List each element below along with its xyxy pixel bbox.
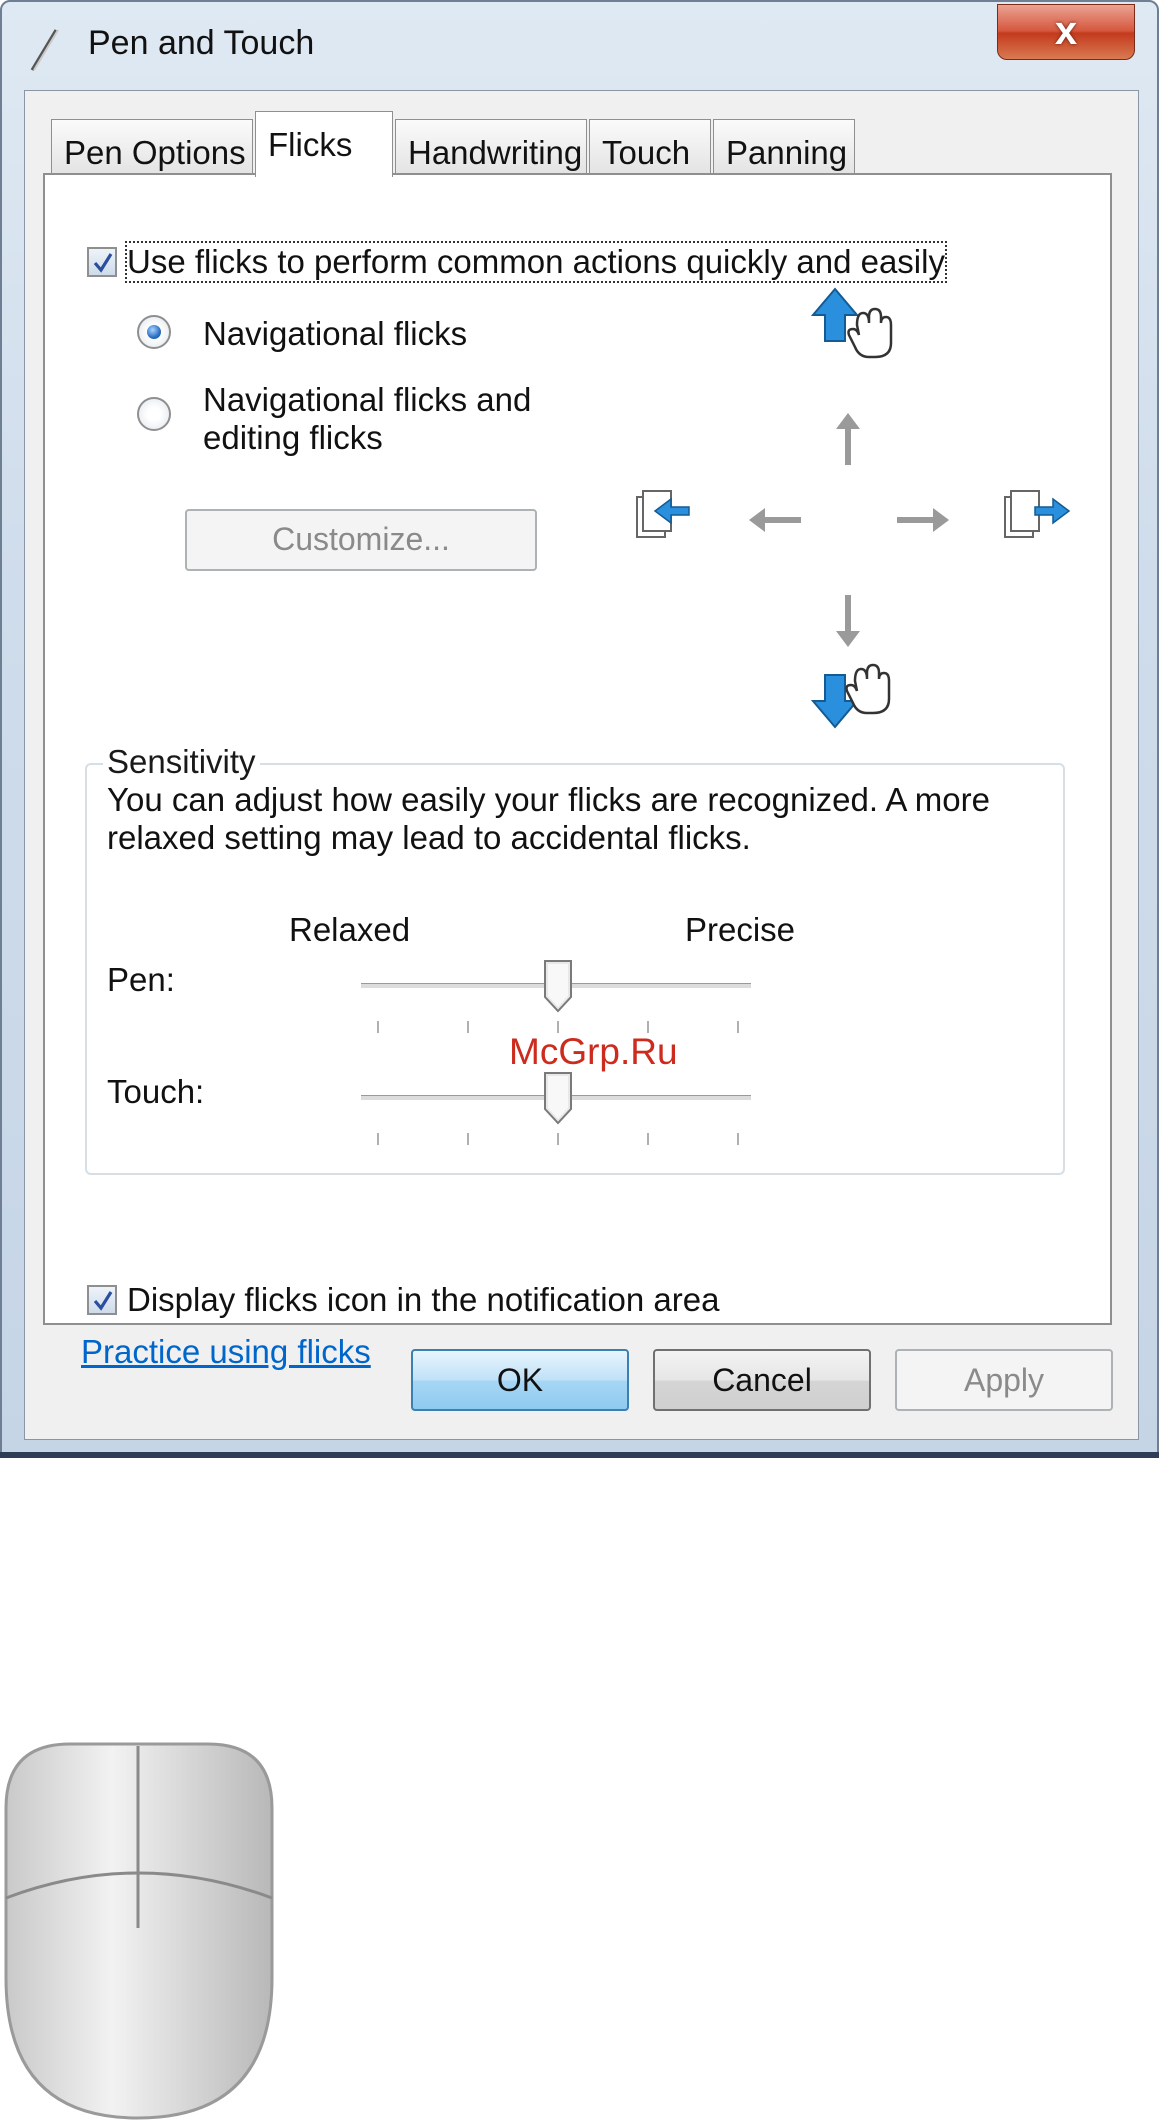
sensitivity-description-line2: relaxed setting may lead to accidental f… bbox=[107, 819, 751, 856]
cancel-button[interactable]: Cancel bbox=[653, 1349, 871, 1411]
precise-label: Precise bbox=[685, 911, 796, 948]
page-back-icon bbox=[636, 490, 690, 538]
radio-selected-dot bbox=[147, 325, 161, 339]
touch-slider-thumb[interactable] bbox=[543, 1071, 573, 1125]
arrow-up-icon bbox=[836, 413, 860, 465]
practice-flicks-link[interactable]: Practice using flicks bbox=[81, 1333, 371, 1371]
sensitivity-description-line1: You can adjust how easily your flicks ar… bbox=[107, 781, 990, 818]
customize-button[interactable]: Customize... bbox=[185, 509, 537, 571]
tab-flicks[interactable]: Flicks bbox=[255, 111, 393, 177]
navigational-flicks-label[interactable]: Navigational flicks bbox=[203, 315, 467, 353]
pen-icon bbox=[30, 29, 59, 71]
tab-panning[interactable]: Panning bbox=[713, 119, 855, 175]
window-title: Pen and Touch bbox=[88, 24, 315, 62]
window-bottom-edge bbox=[0, 1452, 1159, 1458]
tab-touch[interactable]: Touch bbox=[589, 119, 711, 175]
pen-slider-tick bbox=[737, 1021, 739, 1033]
mouse-icon bbox=[4, 1742, 274, 2120]
display-flicks-icon-checkbox[interactable] bbox=[87, 1285, 117, 1315]
tab-pen-options[interactable]: Pen Options bbox=[51, 119, 253, 175]
flicks-tab-panel: Use flicks to perform common actions qui… bbox=[43, 173, 1112, 1370]
arrow-down-icon bbox=[836, 595, 860, 647]
arrow-left-icon bbox=[749, 508, 801, 532]
navigational-editing-flicks-radio[interactable] bbox=[137, 397, 171, 431]
close-button[interactable]: x bbox=[997, 4, 1135, 60]
checkmark-icon bbox=[93, 253, 113, 273]
touch-slider-tick bbox=[737, 1133, 739, 1145]
navigational-editing-flicks-label-line2[interactable]: editing flicks bbox=[203, 419, 383, 457]
display-flicks-icon-label[interactable]: Display flicks icon in the notification … bbox=[127, 1281, 719, 1319]
arrow-right-icon bbox=[897, 508, 949, 532]
sensitivity-title: Sensitivity bbox=[103, 743, 260, 781]
pen-and-touch-window: Pen and Touch x Pen Options Flicks Handw… bbox=[0, 0, 1159, 1458]
touch-slider-tick bbox=[647, 1133, 649, 1145]
relaxed-label: Relaxed bbox=[289, 911, 411, 948]
pen-slider-tick bbox=[377, 1021, 379, 1033]
tab-handwriting[interactable]: Handwriting bbox=[395, 119, 587, 175]
use-flicks-checkbox[interactable] bbox=[87, 247, 117, 277]
ok-button[interactable]: OK bbox=[411, 1349, 629, 1411]
pen-slider-tick bbox=[467, 1021, 469, 1033]
apply-button[interactable]: Apply bbox=[895, 1349, 1113, 1411]
use-flicks-label[interactable]: Use flicks to perform common actions qui… bbox=[125, 241, 947, 283]
flick-down-hand-icon bbox=[810, 663, 891, 729]
page-forward-icon bbox=[1004, 490, 1071, 538]
pen-sensitivity-label: Pen: bbox=[107, 961, 175, 998]
checkmark-icon bbox=[93, 1291, 113, 1311]
dialog-client-area: Pen Options Flicks Handwriting Touch Pan… bbox=[24, 90, 1139, 1440]
title-bar[interactable]: Pen and Touch x bbox=[2, 2, 1157, 88]
flick-up-hand-icon bbox=[810, 287, 893, 359]
touch-slider-tick bbox=[467, 1133, 469, 1145]
touch-sensitivity-label: Touch: bbox=[107, 1073, 205, 1110]
navigational-flicks-radio[interactable] bbox=[137, 315, 171, 349]
touch-slider-tick bbox=[377, 1133, 379, 1145]
watermark: McGrp.Ru bbox=[509, 1031, 678, 1072]
pen-slider-thumb[interactable] bbox=[543, 959, 573, 1013]
navigational-editing-flicks-label-line1[interactable]: Navigational flicks and bbox=[203, 381, 531, 419]
touch-slider-tick bbox=[557, 1133, 559, 1145]
